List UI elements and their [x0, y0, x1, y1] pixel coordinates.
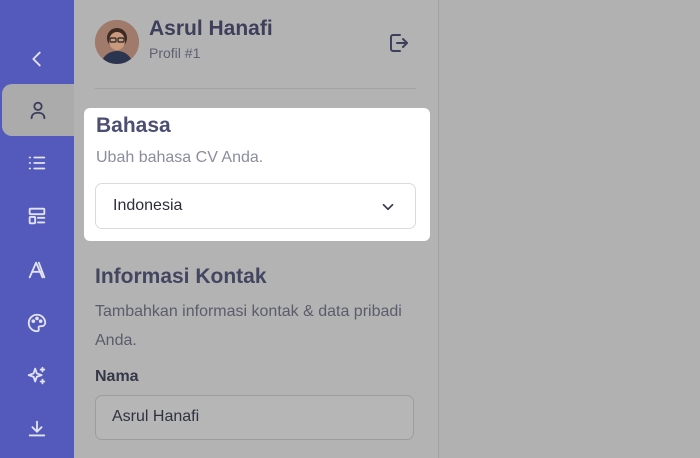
contact-section-description: Tambahkan informasi kontak & data pribad… [95, 303, 402, 349]
list-icon [28, 156, 46, 170]
collapse-button[interactable] [0, 33, 74, 85]
nav-layout-button[interactable] [0, 190, 74, 242]
divider [95, 88, 416, 89]
icon-rail [0, 0, 74, 458]
download-icon [28, 420, 46, 437]
name-input[interactable]: Asrul Hanafi [95, 395, 414, 440]
nav-typography-button[interactable] [0, 244, 74, 296]
chevron-left-icon [32, 51, 41, 67]
language-select[interactable]: Indonesia [95, 183, 416, 229]
language-section-description: Ubah bahasa CV Anda. [96, 149, 264, 166]
language-card: Bahasa Ubah bahasa CV Anda. Indonesia [84, 108, 430, 241]
avatar [95, 20, 139, 64]
layout-icon [28, 207, 46, 225]
profile-name: Asrul Hanafi [149, 17, 273, 40]
name-field-label: Nama [95, 368, 139, 385]
palette-icon [27, 313, 47, 333]
nav-profile-button[interactable] [2, 84, 74, 136]
nav-ai-button[interactable] [0, 350, 74, 402]
profile-subtitle: Profil #1 [149, 45, 201, 61]
user-icon [30, 101, 46, 120]
sparkles-icon [27, 366, 46, 385]
font-icon [28, 261, 46, 279]
chevron-down-icon [379, 198, 397, 216]
logout-button[interactable] [386, 31, 410, 55]
nav-sections-button[interactable] [0, 137, 74, 189]
contact-section-title: Informasi Kontak [95, 265, 267, 288]
language-section-title: Bahasa [96, 114, 171, 137]
preview-area [439, 0, 700, 458]
nav-download-button[interactable] [0, 403, 74, 455]
nav-theme-button[interactable] [0, 297, 74, 349]
language-select-value: Indonesia [113, 197, 183, 214]
logout-icon [390, 34, 408, 52]
